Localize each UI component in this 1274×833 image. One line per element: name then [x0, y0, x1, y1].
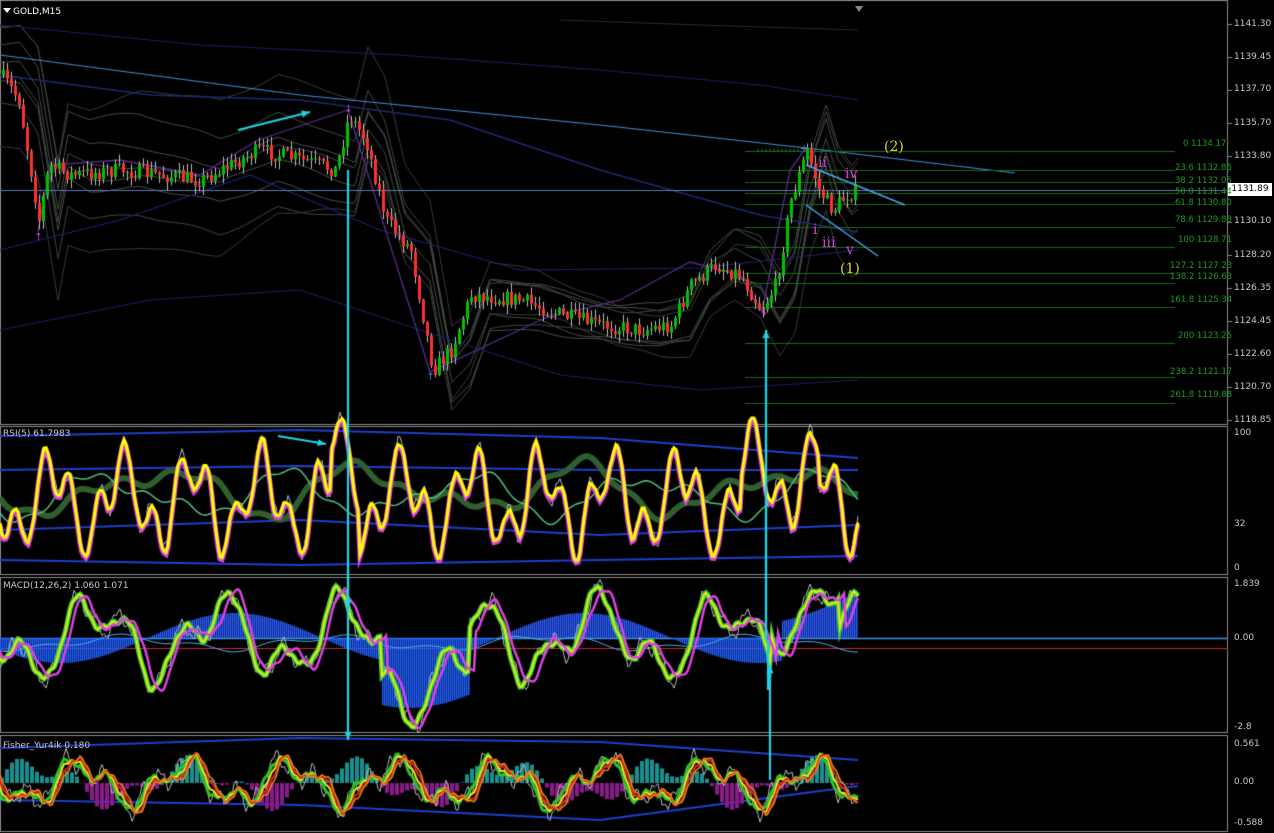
chart-canvas[interactable] [0, 0, 1274, 833]
price-axis-label: 1128.20 [1234, 250, 1272, 260]
wave-label-2: (2) [884, 139, 904, 155]
rsi-title: RSI(5) 61.7983 [3, 429, 71, 439]
wave-label-v: v [846, 242, 854, 258]
price-axis-label: 1135.70 [1234, 118, 1272, 128]
wave-label-iv: iv [845, 166, 858, 182]
price-axis-label: 1130.10 [1234, 216, 1272, 226]
current-price-label: 1131.89 [1228, 183, 1272, 196]
fib-level-label: 138.2 1126.63 [1170, 272, 1233, 282]
wave-label-1: (1) [840, 261, 860, 277]
fib-level-label: 38.2 1132.05 [1175, 176, 1232, 186]
fib-level-label: 261.8 1119.88 [1170, 390, 1233, 400]
price-axis-label: 1137.70 [1234, 84, 1272, 94]
rsi-axis-label: 32 [1234, 519, 1246, 529]
fib-level-label: 127.2 1127.23 [1170, 261, 1233, 271]
fisher-title: Fisher_Yur4ik 0.180 [3, 741, 91, 751]
price-axis-label: 1139.45 [1234, 52, 1272, 62]
macd-axis-label: 1.839 [1234, 579, 1260, 589]
wave-label-ii: ii [818, 155, 827, 171]
shift-marker-icon[interactable] [855, 6, 863, 12]
fib-level-label: 23.6 1132.86 [1175, 163, 1232, 173]
wave-label-iii: iii [822, 235, 836, 251]
price-axis-label: 1120.70 [1234, 382, 1272, 392]
price-axis-label: 1118.85 [1234, 415, 1272, 425]
fib-level-label: 161.8 1125.34 [1170, 295, 1233, 305]
chart-menu-icon[interactable] [3, 8, 11, 13]
chart-title: GOLD,M15 [13, 7, 62, 17]
price-axis-label: 1141.30 [1234, 19, 1272, 29]
fib-level-label: 238.2 1121.17 [1170, 367, 1233, 377]
price-axis-label: 1122.60 [1234, 349, 1272, 359]
fisher-axis-label: 0.00 [1234, 777, 1255, 787]
price-axis-label: 1124.45 [1234, 316, 1272, 326]
fisher-axis-label: -0.588 [1234, 818, 1264, 828]
fib-level-label: 0 1134.17 [1183, 139, 1227, 149]
rsi-axis-label: 100 [1234, 428, 1252, 438]
fib-level-label: 100 1128.71 [1178, 235, 1233, 245]
price-axis-label: 1126.35 [1234, 283, 1272, 293]
macd-title: MACD(12,26,2) 1.060 1.071 [3, 581, 129, 591]
macd-axis-label: -2.8 [1234, 722, 1252, 732]
wave-label-i: i [813, 222, 818, 238]
price-axis-label: 1133.80 [1234, 151, 1272, 161]
macd-axis-label: 0.00 [1234, 633, 1255, 643]
rsi-axis-label: 0 [1234, 563, 1240, 573]
fib-level-label: 200 1123.25 [1178, 331, 1233, 341]
fisher-axis-label: 0.561 [1234, 739, 1260, 749]
fib-level-label: 50.0 1131.44 [1175, 187, 1232, 197]
fib-level-label: 61.8 1130.80 [1175, 198, 1232, 208]
fib-level-label: 78.6 1129.88 [1175, 215, 1232, 225]
